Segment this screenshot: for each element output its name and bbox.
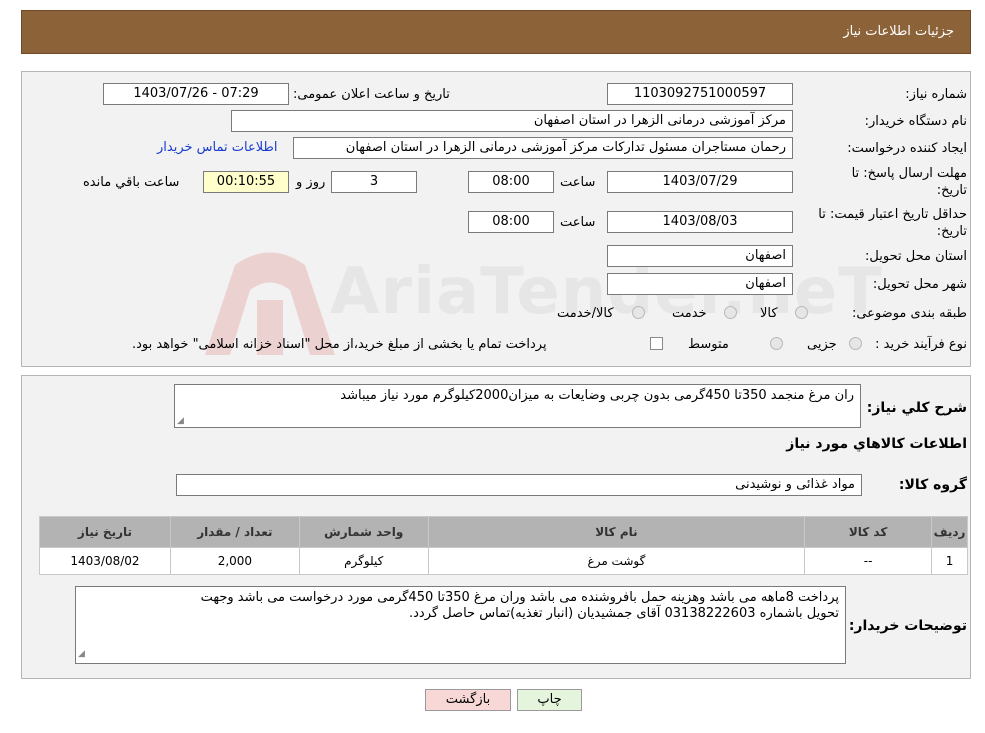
col-need-date: تاریخ نیاز — [39, 516, 171, 548]
cell-unit: کیلوگرم — [298, 547, 429, 575]
process-option-medium: متوسط — [688, 337, 729, 352]
payment-note: پرداخت تمام یا بخشی از مبلغ خرید،از محل … — [132, 337, 547, 352]
goods-section-title: اطلاعات کالاهاي مورد نياز — [786, 436, 967, 452]
city-label: شهر محل تحویل: — [872, 277, 967, 292]
page-title: جزئیات اطلاعات نیاز — [843, 24, 954, 39]
description-text: ران مرغ منجمد 350تا 450گرمی بدون چربی وض… — [340, 388, 854, 403]
col-row-number: ردیف — [931, 516, 968, 548]
province-label: استان محل تحویل: — [865, 249, 967, 264]
process-label: نوع فرآیند خرید : — [875, 337, 967, 352]
creator-label: ایجاد کننده درخواست: — [847, 141, 967, 156]
buyer-org-field: مرکز آموزشی درمانی الزهرا در استان اصفها… — [231, 110, 793, 132]
validity-time-field: 08:00 — [468, 211, 554, 233]
page-title-bar: جزئیات اطلاعات نیاز — [21, 10, 971, 54]
remaining-time-field: 00:10:55 — [203, 171, 289, 193]
buyer-org-label: نام دستگاه خریدار: — [864, 114, 967, 129]
announce-label: تاریخ و ساعت اعلان عمومی: — [293, 87, 450, 102]
col-item-name: نام کالا — [427, 516, 806, 548]
validity-hour-label: ساعت — [560, 215, 596, 230]
category-option-service: خدمت — [672, 306, 707, 321]
table-row[interactable]: 1 -- گوشت مرغ کیلوگرم 2,000 1403/08/02 — [39, 547, 968, 575]
col-quantity: تعداد / مقدار — [169, 516, 300, 548]
cell-item-code: -- — [804, 547, 933, 575]
category-option-goods: کالا — [760, 306, 778, 321]
cell-quantity: 2,000 — [169, 547, 300, 575]
goods-group-label: گروه کالا: — [898, 477, 967, 493]
reply-deadline-label: مهلت ارسال پاسخ: تا — [851, 166, 967, 181]
price-validity-label: حداقل تاریخ اعتبار قیمت: تا — [818, 207, 967, 222]
category-label: طبقه بندی موضوعی: — [851, 306, 967, 321]
reply-deadline-label-2: تاریخ: — [936, 183, 967, 198]
buyer-notes-textarea[interactable]: پرداخت 8ماهه می باشد وهزینه حمل بافروشند… — [75, 586, 846, 664]
process-option-minor: جزیی — [807, 337, 837, 352]
category-radio-service[interactable] — [724, 306, 737, 319]
resize-handle-icon[interactable]: ◢ — [177, 416, 184, 426]
creator-field: رحمان مستاجران مسئول تدارکات مرکز آموزشی… — [293, 137, 793, 159]
buyer-notes-line-2: تحویل باشماره 03138222603 آقای جمشیدیان … — [408, 606, 839, 621]
resize-handle-icon[interactable]: ◢ — [78, 646, 85, 662]
description-label: شرح كلي نياز: — [866, 400, 967, 416]
col-item-code: کد کالا — [804, 516, 933, 548]
validity-date-field: 1403/08/03 — [607, 211, 793, 233]
buyer-contact-link[interactable]: اطلاعات تماس خریدار — [157, 140, 277, 155]
buyer-notes-label: توضیحات خریدار: — [848, 618, 967, 634]
reply-time-field: 08:00 — [468, 171, 554, 193]
need-number-label: شماره نیاز: — [905, 87, 967, 102]
days-label: روز و — [296, 175, 326, 190]
days-field: 3 — [331, 171, 417, 193]
process-radio-minor[interactable] — [849, 337, 862, 350]
description-textarea[interactable]: ران مرغ منجمد 350تا 450گرمی بدون چربی وض… — [174, 384, 861, 428]
goods-group-field: مواد غذائی و نوشیدنی — [176, 474, 862, 496]
goods-table-wrapper: ردیف کد کالا نام کالا واحد شمارش تعداد /… — [39, 516, 968, 575]
reply-hour-label: ساعت — [560, 175, 596, 190]
goods-table: ردیف کد کالا نام کالا واحد شمارش تعداد /… — [39, 516, 968, 575]
process-radio-medium[interactable] — [770, 337, 783, 350]
col-unit: واحد شمارش — [298, 516, 429, 548]
cell-row-number: 1 — [931, 547, 968, 575]
price-validity-label-2: تاریخ: — [936, 224, 967, 239]
cell-item-name: گوشت مرغ — [427, 547, 806, 575]
announce-field: 1403/07/26 - 07:29 — [103, 83, 289, 105]
back-button[interactable]: بازگشت — [425, 689, 511, 711]
payment-checkbox[interactable] — [650, 337, 663, 350]
cell-need-date: 1403/08/02 — [39, 547, 171, 575]
remaining-label: ساعت باقي مانده — [83, 175, 180, 190]
print-button[interactable]: چاپ — [517, 689, 582, 711]
buyer-notes-line-1: پرداخت 8ماهه می باشد وهزینه حمل بافروشند… — [200, 590, 839, 605]
reply-date-field: 1403/07/29 — [607, 171, 793, 193]
city-field: اصفهان — [607, 273, 793, 295]
table-header-row: ردیف کد کالا نام کالا واحد شمارش تعداد /… — [39, 516, 968, 548]
category-radio-goods[interactable] — [795, 306, 808, 319]
need-number-field: 1103092751000597 — [607, 83, 793, 105]
category-option-goods-service: کالا/خدمت — [557, 306, 614, 321]
province-field: اصفهان — [607, 245, 793, 267]
category-radio-goods-service[interactable] — [632, 306, 645, 319]
